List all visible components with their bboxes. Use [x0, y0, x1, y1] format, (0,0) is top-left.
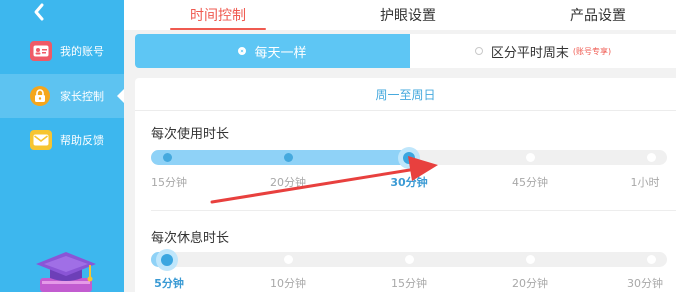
slider-tick-label[interactable]: 30分钟: [627, 275, 663, 291]
usage-duration-slider[interactable]: [151, 146, 667, 169]
sidebar-item-label: 家长控制: [60, 90, 104, 103]
active-indicator: [117, 89, 124, 103]
mode-label: 区分平时周末: [490, 45, 569, 61]
id-card-icon: [30, 41, 52, 61]
sidebar-item-account[interactable]: 我的账号: [0, 29, 124, 73]
slider-tick-label[interactable]: 20分钟: [512, 275, 548, 291]
slider-tick-label[interactable]: 45分钟: [512, 174, 548, 190]
slider-tick-label[interactable]: 15分钟: [151, 174, 187, 190]
slider-stop[interactable]: [525, 153, 535, 162]
radio-unselected-icon: [474, 47, 483, 55]
slider-stop[interactable]: [525, 255, 535, 264]
sidebar-item-parental-control[interactable]: 家长控制: [0, 74, 124, 118]
slider-stop[interactable]: [162, 153, 172, 162]
radio-selected-icon: [238, 47, 247, 55]
slider-stop[interactable]: [404, 255, 414, 264]
divider: [151, 210, 676, 211]
tab-time-control[interactable]: 时间控制: [164, 0, 272, 30]
slider-stop[interactable]: [283, 255, 293, 264]
mode-label: 每天一样: [254, 45, 307, 61]
top-tab-bar: 时间控制 护眼设置 产品设置: [124, 0, 676, 30]
rest-duration-slider[interactable]: [151, 248, 667, 271]
sidebar: 我的账号 家长控制 帮助反馈: [0, 0, 124, 292]
sidebar-item-label: 我的账号: [60, 45, 104, 58]
divider: [135, 110, 676, 111]
slider-tick-label[interactable]: 15分钟: [391, 275, 427, 291]
usage-duration-title: 每次使用时长: [151, 127, 230, 142]
sidebar-item-label: 帮助反馈: [60, 134, 104, 147]
graduation-cap-icon: [36, 252, 96, 292]
slider-handle[interactable]: [398, 146, 420, 169]
mode-same-every-day[interactable]: 每天一样: [135, 34, 410, 68]
slider-stop[interactable]: [283, 153, 293, 162]
settings-card: 周一至周日 每次使用时长 每次休息时长 15分钟 20分钟 30分钟 45分钟 1小时 5…: [135, 78, 676, 292]
lock-icon: [30, 86, 50, 106]
mail-icon: [30, 130, 52, 150]
slider-handle[interactable]: [156, 248, 178, 271]
rest-duration-title: 每次休息时长: [151, 231, 230, 246]
slider-stop[interactable]: [646, 153, 656, 162]
tab-eye-care[interactable]: 护眼设置: [354, 0, 462, 30]
slider-tick-label[interactable]: 10分钟: [270, 275, 306, 291]
slider-stop[interactable]: [646, 255, 656, 264]
slider-tick-label[interactable]: 30分钟: [390, 174, 427, 190]
slider-tick-label[interactable]: 20分钟: [270, 174, 306, 190]
mode-toggle: 每天一样 区分平时周末 (账号专享): [135, 34, 676, 68]
mode-weekday-weekend[interactable]: 区分平时周末 (账号专享): [410, 34, 676, 68]
active-tab-underline: [170, 28, 266, 30]
slider-tick-label[interactable]: 1小时: [631, 174, 660, 190]
slider-tick-label[interactable]: 5分钟: [154, 275, 184, 291]
tab-product-settings[interactable]: 产品设置: [544, 0, 652, 30]
chevron-left-icon: [34, 3, 44, 21]
account-only-note: (账号专享): [572, 46, 612, 56]
back-button[interactable]: [28, 0, 52, 24]
sidebar-item-help[interactable]: 帮助反馈: [0, 118, 124, 162]
day-range-label: 周一至周日: [375, 88, 436, 102]
